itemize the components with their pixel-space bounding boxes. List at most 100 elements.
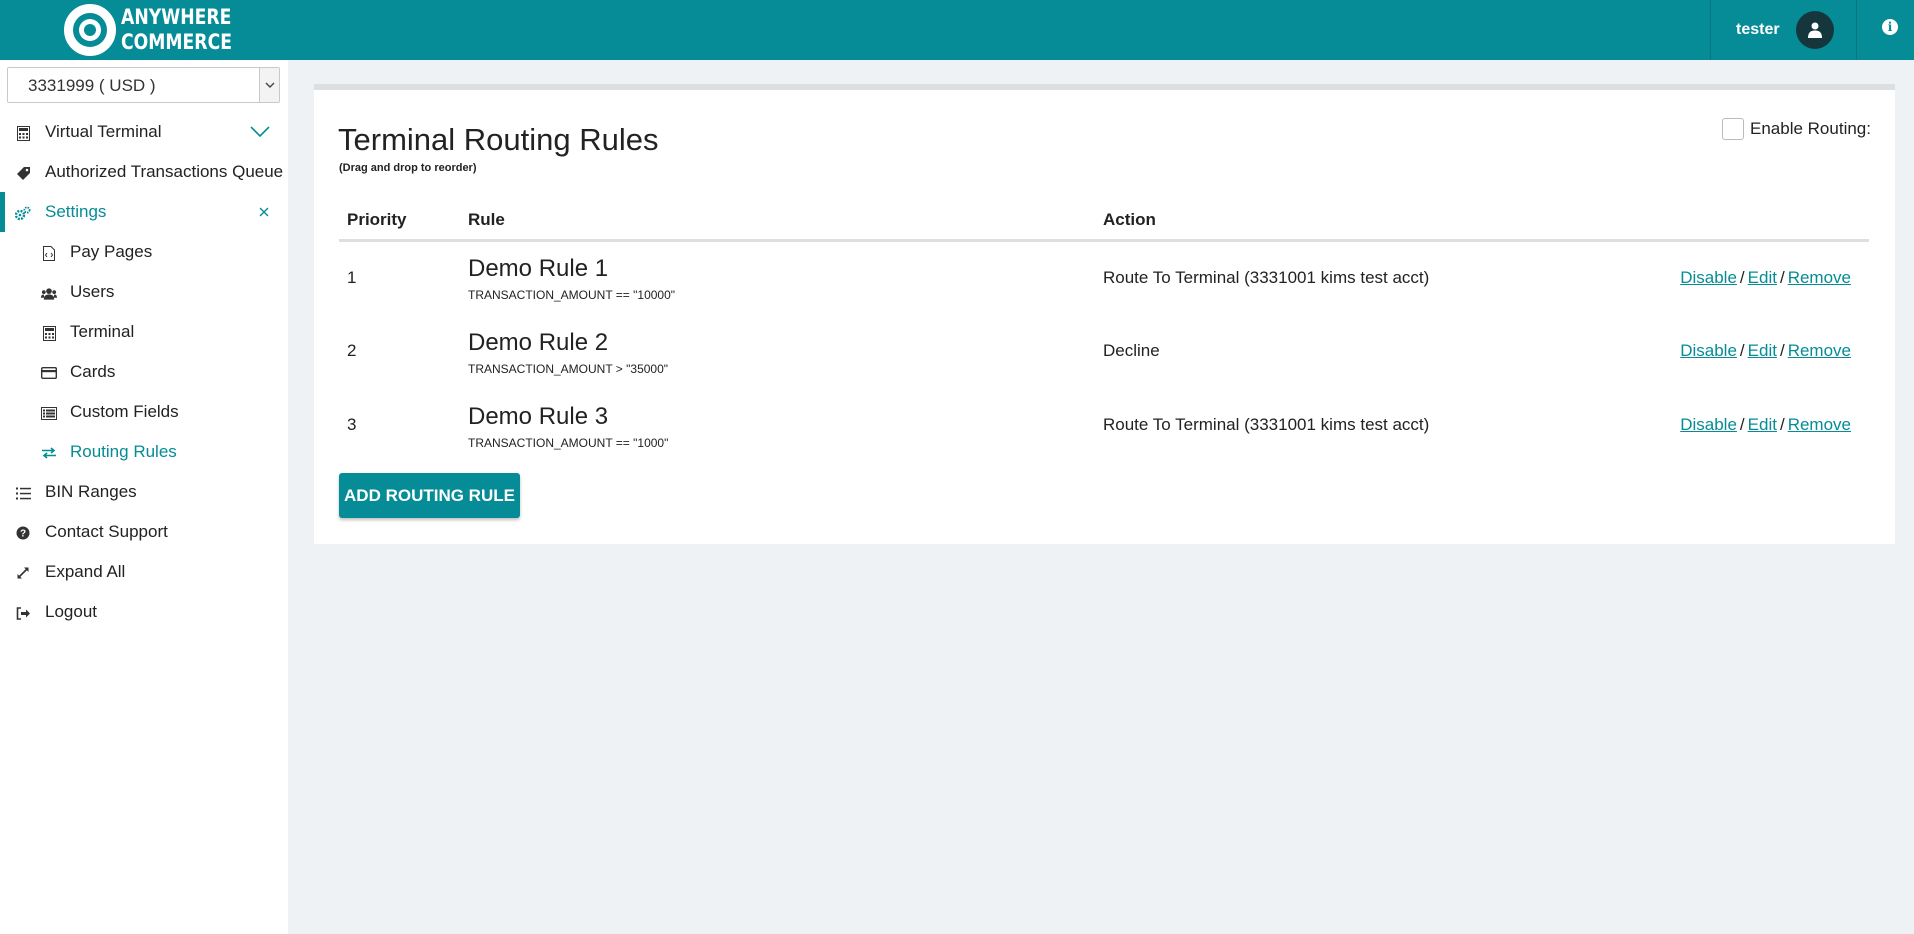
- sidebar: 3331999 ( USD ) Virtual Terminal Authori…: [0, 60, 288, 934]
- edit-link[interactable]: Edit: [1748, 341, 1777, 360]
- separator: /: [1739, 415, 1745, 434]
- sidebar-item-label: Contact Support: [45, 522, 168, 541]
- sidebar-item-custom-fields[interactable]: Custom Fields: [0, 392, 288, 432]
- sidebar-item-terminal[interactable]: Terminal: [0, 312, 288, 352]
- rule-name: Demo Rule 2: [468, 328, 609, 356]
- table-row[interactable]: 3 Demo Rule 3 TRANSACTION_AMOUNT == "100…: [339, 388, 1869, 462]
- sidebar-item-settings[interactable]: Settings: [0, 192, 288, 232]
- sidebar-item-label: Users: [70, 282, 115, 301]
- separator: /: [1739, 341, 1745, 360]
- rule-priority: 3: [347, 415, 357, 434]
- exchange-icon: [41, 445, 57, 461]
- table-row[interactable]: 2 Demo Rule 2 TRANSACTION_AMOUNT > "3500…: [339, 314, 1869, 388]
- edit-link[interactable]: Edit: [1748, 415, 1777, 434]
- rule-name: Demo Rule 3: [468, 402, 609, 430]
- column-header-action: Action: [1095, 202, 1645, 242]
- page-title: Terminal Routing Rules: [338, 122, 659, 157]
- sidebar-item-label: Logout: [45, 602, 97, 621]
- disable-link[interactable]: Disable: [1680, 415, 1737, 434]
- table-header-row: Priority Rule Action: [339, 202, 1869, 242]
- separator: /: [1779, 341, 1785, 360]
- column-header-controls: [1645, 202, 1869, 242]
- sidebar-item-cards[interactable]: Cards: [0, 352, 288, 392]
- sidebar-item-virtual-terminal[interactable]: Virtual Terminal: [0, 112, 288, 152]
- remove-link[interactable]: Remove: [1788, 415, 1851, 434]
- calculator-icon: [41, 325, 57, 341]
- sidebar-item-routing-rules[interactable]: Routing Rules: [0, 432, 288, 472]
- routing-rules-panel: Terminal Routing Rules (Drag and drop to…: [314, 84, 1895, 544]
- enable-routing-checkbox[interactable]: [1722, 118, 1744, 140]
- chevron-down-icon[interactable]: [250, 123, 270, 143]
- rule-controls: Disable / Edit / Remove: [1645, 388, 1869, 462]
- page-subtitle: (Drag and drop to reorder): [339, 162, 477, 174]
- separator: /: [1779, 415, 1785, 434]
- top-header: ANYWHERE COMMERCE tester i: [0, 0, 1914, 60]
- info-icon[interactable]: i: [1882, 19, 1898, 35]
- brand-logo[interactable]: ANYWHERE COMMERCE: [64, 2, 256, 58]
- rule-cell: Demo Rule 3 TRANSACTION_AMOUNT == "1000": [460, 388, 1095, 462]
- rule-cell: Demo Rule 2 TRANSACTION_AMOUNT > "35000": [460, 314, 1095, 388]
- sidebar-item-label: Custom Fields: [70, 402, 179, 421]
- logo-line-2: COMMERCE: [121, 30, 232, 54]
- sidebar-item-bin-ranges[interactable]: BIN Ranges: [0, 472, 288, 512]
- sidebar-nav: Virtual Terminal Authorized Transactions…: [0, 112, 288, 632]
- sidebar-item-label: Authorized Transactions Queue: [45, 162, 284, 181]
- edit-link[interactable]: Edit: [1748, 268, 1777, 287]
- sign-out-icon: [15, 605, 31, 621]
- enable-routing-toggle[interactable]: Enable Routing:: [1722, 118, 1871, 140]
- account-select[interactable]: 3331999 ( USD ): [7, 67, 280, 103]
- sidebar-item-logout[interactable]: Logout: [0, 592, 288, 632]
- sidebar-item-label: BIN Ranges: [45, 482, 137, 501]
- separator: /: [1779, 267, 1785, 287]
- username: tester: [1736, 21, 1780, 38]
- rule-action: Route To Terminal (3331001 kims test acc…: [1103, 415, 1430, 434]
- rule-condition: TRANSACTION_AMOUNT == "1000": [468, 435, 669, 450]
- disable-link[interactable]: Disable: [1680, 341, 1737, 360]
- question-circle-icon: ?: [15, 525, 31, 541]
- sidebar-item-pay-pages[interactable]: Pay Pages: [0, 232, 288, 272]
- sidebar-item-expand-all[interactable]: Expand All: [0, 552, 288, 592]
- users-icon: [41, 285, 57, 301]
- table-row[interactable]: 1 Demo Rule 1 TRANSACTION_AMOUNT == "100…: [339, 240, 1869, 314]
- rule-condition: TRANSACTION_AMOUNT == "10000": [468, 288, 676, 303]
- logo-mark-icon: [64, 4, 116, 56]
- add-routing-rule-button[interactable]: ADD ROUTING RULE: [339, 473, 520, 518]
- rule-controls: Disable / Edit / Remove: [1645, 314, 1869, 388]
- column-header-rule: Rule: [460, 202, 1095, 242]
- user-menu[interactable]: tester: [1710, 0, 1857, 60]
- credit-card-icon: [41, 365, 57, 381]
- logo-text: ANYWHERE COMMERCE: [121, 5, 232, 55]
- remove-link[interactable]: Remove: [1788, 268, 1851, 287]
- column-header-priority: Priority: [339, 202, 460, 242]
- account-select-value: 3331999 ( USD ): [28, 76, 156, 95]
- sidebar-item-label: Settings: [45, 202, 107, 221]
- list-icon: [15, 485, 31, 501]
- sidebar-item-label: Terminal: [70, 322, 135, 341]
- sidebar-item-authorized-transactions-queue[interactable]: Authorized Transactions Queue: [0, 152, 288, 192]
- routing-rules-table: Priority Rule Action 1 Demo Rule 1 TRANS…: [339, 202, 1869, 462]
- file-code-icon: [41, 245, 57, 261]
- separator: /: [1739, 267, 1745, 287]
- list-alt-icon: [41, 405, 57, 421]
- sidebar-item-users[interactable]: Users: [0, 272, 288, 312]
- chevron-down-icon[interactable]: [259, 68, 279, 102]
- sidebar-item-contact-support[interactable]: ? Contact Support: [0, 512, 288, 552]
- sidebar-item-label: Routing Rules: [70, 442, 177, 461]
- user-avatar-icon: [1795, 11, 1834, 49]
- logo-line-1: ANYWHERE: [121, 5, 232, 29]
- rule-priority: 1: [347, 267, 357, 287]
- tag-icon: [15, 165, 31, 181]
- rule-condition: TRANSACTION_AMOUNT > "35000": [468, 361, 669, 376]
- sidebar-item-label: Virtual Terminal: [45, 122, 162, 141]
- sidebar-item-label: Expand All: [45, 562, 126, 581]
- disable-link[interactable]: Disable: [1680, 268, 1737, 287]
- rule-action: Decline: [1103, 341, 1160, 360]
- rule-priority: 2: [347, 341, 357, 360]
- gears-icon: [15, 205, 31, 221]
- remove-link[interactable]: Remove: [1788, 341, 1851, 360]
- rule-cell: Demo Rule 1 TRANSACTION_AMOUNT == "10000…: [460, 240, 1095, 314]
- expand-icon: [15, 565, 31, 581]
- sidebar-item-label: Pay Pages: [70, 242, 153, 261]
- close-icon[interactable]: [258, 203, 270, 223]
- rule-name: Demo Rule 1: [468, 255, 609, 283]
